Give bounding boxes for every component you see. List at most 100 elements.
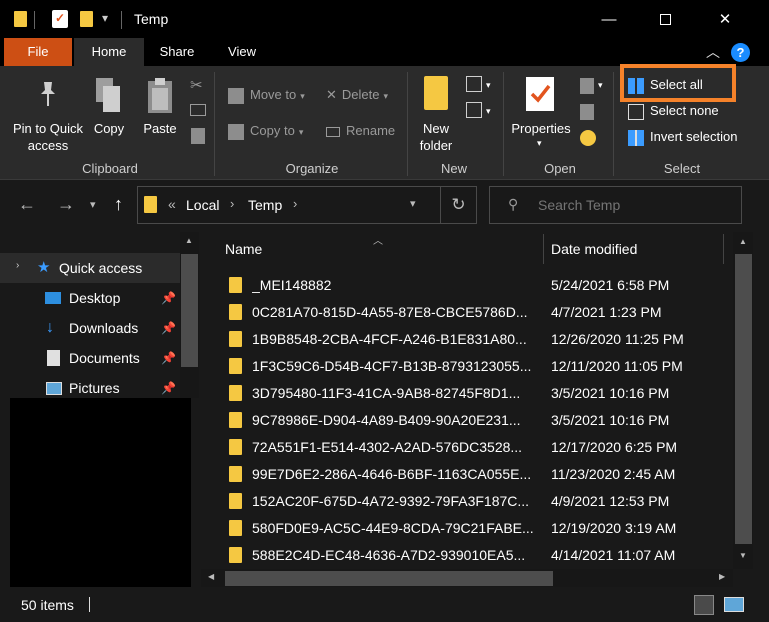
select-none-label: Select none: [650, 103, 719, 118]
address-history-chevron-icon[interactable]: ▾: [410, 197, 416, 210]
list-item[interactable]: _MEI148882 5/24/2021 6:58 PM: [201, 272, 733, 299]
tab-share[interactable]: Share: [146, 38, 208, 66]
file-name: 99E7D6E2-286A-4646-B6BF-1163CA055E...: [252, 466, 532, 482]
list-item[interactable]: 588E2C4D-EC48-4636-A7D2-939010EA5... 4/14…: [201, 542, 733, 569]
chevron-down-icon[interactable]: ›: [16, 260, 19, 271]
scroll-down-arrow-icon[interactable]: ▼: [739, 551, 747, 560]
search-box[interactable]: ⚲: [489, 186, 742, 224]
address-bar[interactable]: « Local › Temp › ▾: [137, 186, 441, 224]
list-item[interactable]: 1B9B8548-2CBA-4FCF-A246-B1E831A80... 12/2…: [201, 326, 733, 353]
select-all-highlight: [620, 64, 736, 102]
pin-icon[interactable]: 📌: [161, 343, 176, 373]
breadcrumb-separator-icon[interactable]: ›: [230, 196, 234, 211]
nav-item-quick-access[interactable]: ★ Quick access: [0, 253, 180, 283]
list-item[interactable]: 580FD0E9-AC5C-44E9-8CDA-79C21FABE... 12/1…: [201, 515, 733, 542]
new-group-label: New: [440, 161, 467, 176]
folder-icon: [14, 11, 27, 27]
details-view-icon[interactable]: [694, 595, 714, 615]
chevron-down-icon: ▾: [537, 138, 542, 148]
tab-view[interactable]: View: [210, 38, 274, 66]
item-count: 50 items: [21, 597, 74, 613]
nav-item-documents[interactable]: Documents 📌: [0, 343, 180, 373]
breadcrumb-local[interactable]: Local: [186, 197, 219, 213]
folder-icon: [229, 358, 242, 374]
file-date: 12/11/2020 11:05 PM: [551, 358, 683, 374]
folder-icon: [229, 331, 242, 347]
refresh-button[interactable]: ↻: [441, 186, 477, 224]
breadcrumb-separator-icon[interactable]: ›: [293, 196, 297, 211]
nav-pane-scroll-thumb[interactable]: [181, 254, 198, 367]
delete-button[interactable]: ✕ Delete ▾: [326, 85, 388, 105]
open-icon[interactable]: [580, 78, 594, 94]
column-header-name[interactable]: Name: [225, 232, 262, 266]
recent-locations-chevron-icon[interactable]: ▾: [90, 198, 96, 211]
organize-group-label: Organize: [285, 161, 339, 176]
column-divider[interactable]: [543, 234, 544, 264]
close-button[interactable]: ✕: [697, 0, 753, 38]
easy-access-icon[interactable]: [466, 102, 482, 118]
list-item[interactable]: 9C78986E-D904-4A89-B409-90A20E231... 3/5/…: [201, 407, 733, 434]
nav-item-desktop[interactable]: Desktop 📌: [0, 283, 180, 313]
list-item[interactable]: 3D795480-11F3-41CA-9AB8-82745F8D1... 3/5/…: [201, 380, 733, 407]
scroll-left-arrow-icon[interactable]: ◀: [208, 572, 214, 581]
move-to-button[interactable]: Move to ▾: [228, 85, 305, 105]
list-item[interactable]: 99E7D6E2-286A-4646-B6BF-1163CA055E... 11/…: [201, 461, 733, 488]
paste-shortcut-icon[interactable]: [191, 128, 205, 144]
forward-arrow-icon[interactable]: →: [57, 194, 75, 215]
customize-qa-dropdown[interactable]: ▾: [102, 11, 108, 25]
list-item[interactable]: 0C281A70-815D-4A55-87E8-CBCE5786D... 4/7/…: [201, 299, 733, 326]
invert-selection-button[interactable]: Invert selection: [628, 127, 737, 147]
nav-item-label: Downloads: [69, 320, 139, 336]
list-item[interactable]: 152AC20F-675D-4A72-9392-79FA3F187C... 4/9…: [201, 488, 733, 515]
back-arrow-icon[interactable]: ←: [18, 194, 36, 215]
rename-button[interactable]: Rename: [326, 121, 395, 141]
scroll-right-arrow-icon[interactable]: ▶: [719, 572, 725, 581]
folder-icon: [229, 412, 242, 428]
edit-icon[interactable]: [580, 104, 594, 120]
properties-qa-icon[interactable]: ✓: [52, 10, 68, 28]
tab-home[interactable]: Home: [74, 38, 144, 66]
help-icon[interactable]: ?: [731, 43, 750, 62]
copy-path-icon[interactable]: [190, 104, 206, 116]
new-folder-qa-icon[interactable]: [80, 11, 93, 27]
downloads-icon: ↓: [46, 319, 54, 336]
pin-icon[interactable]: 📌: [161, 283, 176, 313]
list-item[interactable]: 72A551F1-E514-4302-A2AD-576DC3528... 12/1…: [201, 434, 733, 461]
nav-item-label: Quick access: [59, 260, 143, 276]
file-name: 3D795480-11F3-41CA-9AB8-82745F8D1...: [252, 385, 521, 401]
column-divider[interactable]: [723, 234, 724, 264]
chevron-down-icon: ▾: [598, 80, 603, 90]
copy-to-label: Copy to: [250, 123, 295, 138]
copy-icon: [96, 78, 120, 112]
column-header-date[interactable]: Date modified: [551, 232, 637, 266]
list-item[interactable]: 1F3C59C6-D54B-4CF7-B13B-8793123055... 12/…: [201, 353, 733, 380]
horizontal-scroll-thumb[interactable]: [225, 571, 553, 586]
breadcrumb-temp[interactable]: Temp: [248, 197, 282, 213]
scroll-up-arrow-icon[interactable]: ▲: [739, 237, 747, 246]
select-none-button[interactable]: Select none: [628, 101, 719, 121]
folder-icon: [229, 466, 242, 482]
large-icons-view-icon[interactable]: [724, 597, 744, 612]
scroll-up-arrow-icon[interactable]: ▲: [185, 236, 193, 245]
breadcrumb-overflow[interactable]: «: [168, 196, 176, 212]
file-date: 5/24/2021 6:58 PM: [551, 277, 670, 293]
search-input[interactable]: [538, 193, 728, 217]
cut-icon[interactable]: ✂: [190, 76, 203, 94]
file-date: 3/5/2021 10:16 PM: [551, 412, 670, 428]
copy-to-button[interactable]: Copy to ▾: [228, 121, 303, 141]
collapse-ribbon-icon[interactable]: ︿: [706, 42, 720, 62]
vertical-scroll-thumb[interactable]: [735, 254, 752, 544]
file-name: 588E2C4D-EC48-4636-A7D2-939010EA5...: [252, 547, 526, 563]
up-arrow-icon[interactable]: ↑: [114, 194, 123, 215]
select-group-label: Select: [663, 161, 701, 176]
history-icon[interactable]: [580, 130, 596, 146]
minimize-button[interactable]: —: [581, 0, 637, 38]
nav-item-downloads[interactable]: ↓ Downloads 📌: [0, 313, 180, 343]
tab-file[interactable]: File: [4, 38, 72, 66]
new-item-icon[interactable]: [466, 76, 482, 92]
file-name: 9C78986E-D904-4A89-B409-90A20E231...: [252, 412, 521, 428]
maximize-button[interactable]: [637, 0, 693, 38]
star-icon: ★: [37, 259, 51, 276]
pictures-icon: [46, 382, 62, 395]
pin-icon[interactable]: 📌: [161, 313, 176, 343]
